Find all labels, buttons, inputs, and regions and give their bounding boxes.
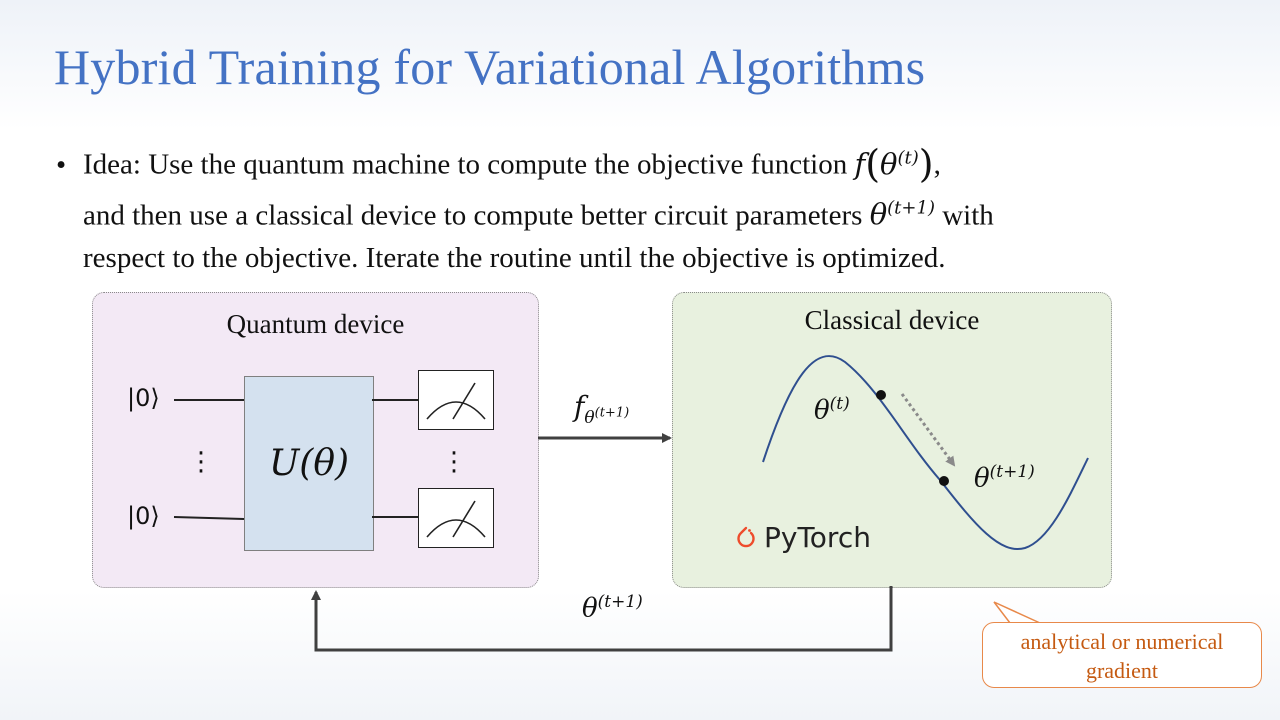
point-theta-t [876,390,886,400]
callout-pointer [993,601,1041,624]
theta-t1-label: θ(t+1) [974,462,1035,494]
feedback-arrow-label: θ(t+1) [582,592,643,624]
qubit-wire-bottom-in [173,516,245,520]
pytorch-text: PyTorch [764,521,871,554]
gradient-step-arrow [900,393,956,467]
theta-t-label: θ(t) [814,394,850,426]
gradient-callout: analytical or numerical gradient [982,622,1262,688]
pytorch-logo: PyTorch [736,521,871,554]
callout-line-2: gradient [1085,658,1159,683]
forward-arrow-label: fθ(t+1) [574,390,630,428]
point-theta-t1 [939,476,949,486]
pytorch-flame-icon [737,526,755,547]
callout-line-1: analytical or numerical [1020,629,1224,654]
